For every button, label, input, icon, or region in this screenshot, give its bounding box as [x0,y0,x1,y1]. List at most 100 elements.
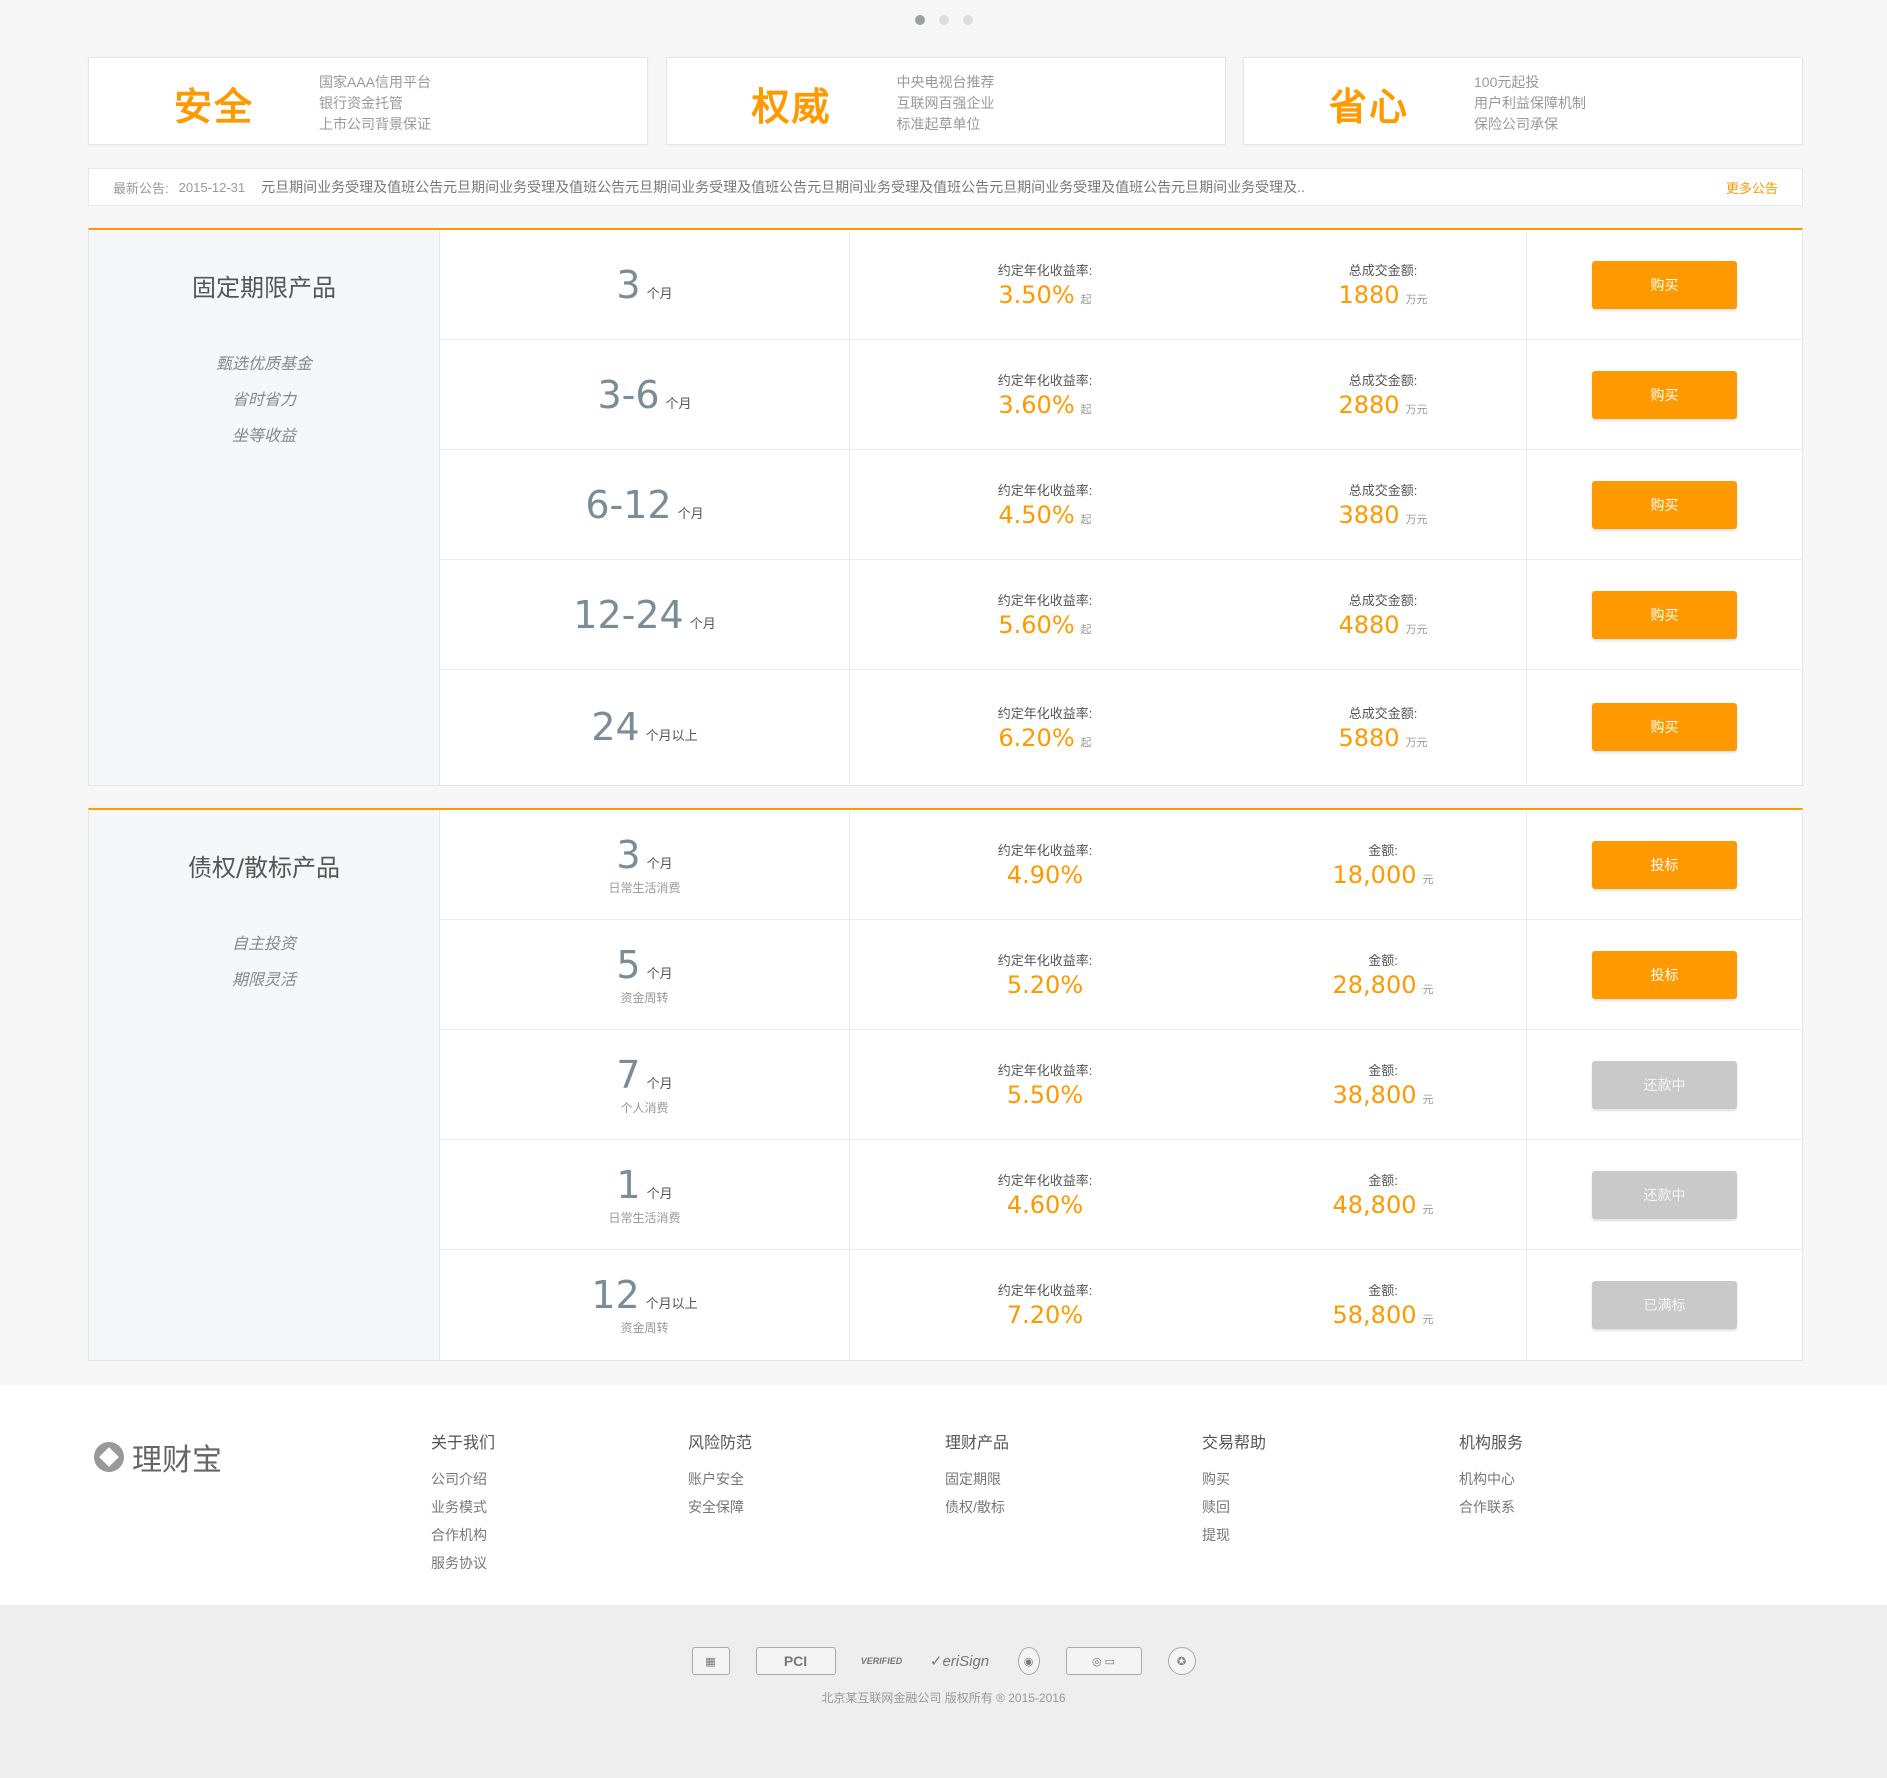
footer-link[interactable]: 机构中心 [1459,1465,1523,1493]
trust-badge-icon: ◎ ▭ [1065,1647,1142,1675]
carousel-dots [0,15,1887,25]
buy-button[interactable]: 购买 [1592,370,1737,419]
notice-label: 最新公告: [113,180,169,196]
buy-button[interactable]: 购买 [1592,480,1737,529]
logo-text: 理财宝 [132,1443,222,1478]
feature-line: 标准起草单位 [896,116,981,132]
rate-cell: 约定年化收益率: 4.90% [850,810,1240,919]
feature-title: 省心 [1329,85,1410,129]
carousel-dot-2[interactable] [938,15,949,25]
term-unit: 个月 [646,285,673,301]
feature-title: 权威 [751,85,832,129]
feature-boxes: 安全 国家AAA信用平台 银行资金托管 上市公司背景保证 权威 中央电视台推荐 … [88,57,1803,145]
footer-link[interactable]: 账户安全 [688,1465,752,1493]
status-button: 还款中 [1592,1170,1737,1219]
footer-link[interactable]: 赎回 [1202,1493,1266,1521]
term-cell: 1 个月 日常生活消费 [440,1140,850,1249]
footer-link[interactable]: 合作机构 [431,1521,495,1549]
feature-line: 用户利益保障机制 [1474,95,1586,111]
rate-value: 5.50% [1006,1081,1084,1109]
amount-value: 48,800 元 [1332,1191,1434,1219]
footer-link[interactable]: 公司介绍 [431,1465,495,1493]
amount-cell: 金额: 48,800 元 [1240,1140,1527,1249]
amount-label: 金额: [1368,843,1398,858]
action-cell: 还款中 [1527,1140,1802,1249]
carousel-dot-1[interactable] [914,15,925,25]
action-cell: 已满标 [1527,1250,1802,1359]
feature-safety: 安全 国家AAA信用平台 银行资金托管 上市公司背景保证 [88,57,648,145]
notice-text[interactable]: 元旦期间业务受理及值班公告元旦期间业务受理及值班公告元旦期间业务受理及值班公告元… [261,177,1311,197]
visa-badge-icon: VERIFIED [860,1656,903,1666]
feature-line: 国家AAA信用平台 [319,74,432,90]
term-line: 24 个月以上 [440,705,849,749]
amount-value: 58,800 元 [1332,1301,1434,1329]
carousel-dot-3[interactable] [962,15,973,25]
amount-label: 金额: [1368,1283,1398,1298]
rate-value: 6.20% 起 [998,723,1092,752]
panel-title: 固定期限产品 [192,274,336,302]
footer-column: 关于我们 公司介绍 业务模式 合作机构 服务协议 [431,1429,495,1577]
bid-button[interactable]: 投标 [1592,840,1737,889]
amount-unit: 元 [1422,984,1434,996]
footer-link[interactable]: 购买 [1202,1465,1266,1493]
panel-feature: 坐等收益 [231,428,296,445]
loan-purpose: 日常生活消费 [608,881,681,895]
panel-feature: 省时省力 [231,392,296,409]
fixed-term-intro: 固定期限产品 甄选优质基金 省时省力 坐等收益 [89,230,440,785]
footer-column: 交易帮助 购买 赎回 提现 [1202,1429,1266,1549]
police-badge-icon: ✪ [1167,1647,1196,1675]
term-unit: 个月 [677,505,704,521]
footer-link[interactable]: 固定期限 [945,1465,1009,1493]
buy-button[interactable]: 购买 [1592,703,1737,751]
amount-value: 2880 万元 [1338,391,1428,419]
buy-button[interactable]: 购买 [1592,260,1737,309]
rate-cell: 约定年化收益率: 3.50% 起 [850,230,1240,339]
term-unit: 个月 [646,1186,673,1201]
more-notices-link[interactable]: 更多公告 [1726,178,1778,197]
rate-suffix: 起 [1080,294,1092,306]
rate-label: 约定年化收益率: [997,1173,1093,1188]
term-line: 12-24 个月 [440,593,849,637]
rate-cell: 约定年化收益率: 5.50% [850,1030,1240,1139]
amount-label: 金额: [1368,953,1398,968]
panel-feature: 自主投资 [231,936,296,953]
term-value: 6-12 [585,482,672,527]
panel-feature: 期限灵活 [231,972,296,989]
term-unit: 个月以上 [645,1296,698,1311]
footer-bottom: ▦ PCI VERIFIED ✓eriSign ◉ ◎ ▭ ✪ 北京某互联网金融… [0,1605,1887,1778]
amount-label: 金额: [1368,1173,1398,1188]
footer-link[interactable]: 合作联系 [1459,1493,1523,1521]
buy-button[interactable]: 购买 [1592,590,1737,639]
term-cell: 3 个月 日常生活消费 [440,810,850,919]
amount-label: 总成交金额: [1348,373,1418,388]
footer-link[interactable]: 债权/散标 [945,1493,1009,1521]
term-value: 12 [591,1273,640,1317]
loan-purpose: 资金周转 [620,991,669,1005]
status-button: 还款中 [1592,1060,1737,1109]
action-cell: 投标 [1527,920,1802,1029]
rate-label: 约定年化收益率: [997,705,1093,721]
footer-link[interactable]: 安全保障 [688,1493,752,1521]
amount-label: 金额: [1368,1063,1398,1078]
footer-link[interactable]: 提现 [1202,1521,1266,1549]
rate-cell: 约定年化收益率: 3.60% 起 [850,340,1240,449]
product-row: 24 个月以上 约定年化收益率: 6.20% 起 总成交金额: 5880 万元 购买 [440,670,1802,784]
product-row: 3 个月 日常生活消费 约定年化收益率: 4.90% 金额: 18,000 元 投标 [440,810,1802,920]
footer-link[interactable]: 服务协议 [431,1549,495,1577]
rate-label: 约定年化收益率: [997,593,1093,608]
pci-badge-icon: PCI [755,1647,836,1675]
status-button: 已满标 [1592,1280,1737,1329]
amount-cell: 总成交金额: 2880 万元 [1240,340,1527,449]
product-row: 3-6 个月 约定年化收益率: 3.60% 起 总成交金额: 2880 万元 购买 [440,340,1802,450]
product-row: 12-24 个月 约定年化收益率: 5.60% 起 总成交金额: 4880 万元 购买 [440,560,1802,670]
footer-logo[interactable]: 理财宝 [94,1435,222,1479]
footer-column-title: 风险防范 [688,1435,753,1452]
term-unit: 个月 [665,395,692,411]
amount-cell: 金额: 18,000 元 [1240,810,1527,919]
bid-button[interactable]: 投标 [1592,950,1737,999]
rate-cell: 约定年化收益率: 5.20% [850,920,1240,1029]
product-row: 7 个月 个人消费 约定年化收益率: 5.50% 金额: 38,800 元 还款中 [440,1030,1802,1140]
term-cell: 6-12 个月 [440,450,850,559]
footer-link[interactable]: 业务模式 [431,1493,495,1521]
product-row: 1 个月 日常生活消费 约定年化收益率: 4.60% 金额: 48,800 元 还款中 [440,1140,1802,1250]
